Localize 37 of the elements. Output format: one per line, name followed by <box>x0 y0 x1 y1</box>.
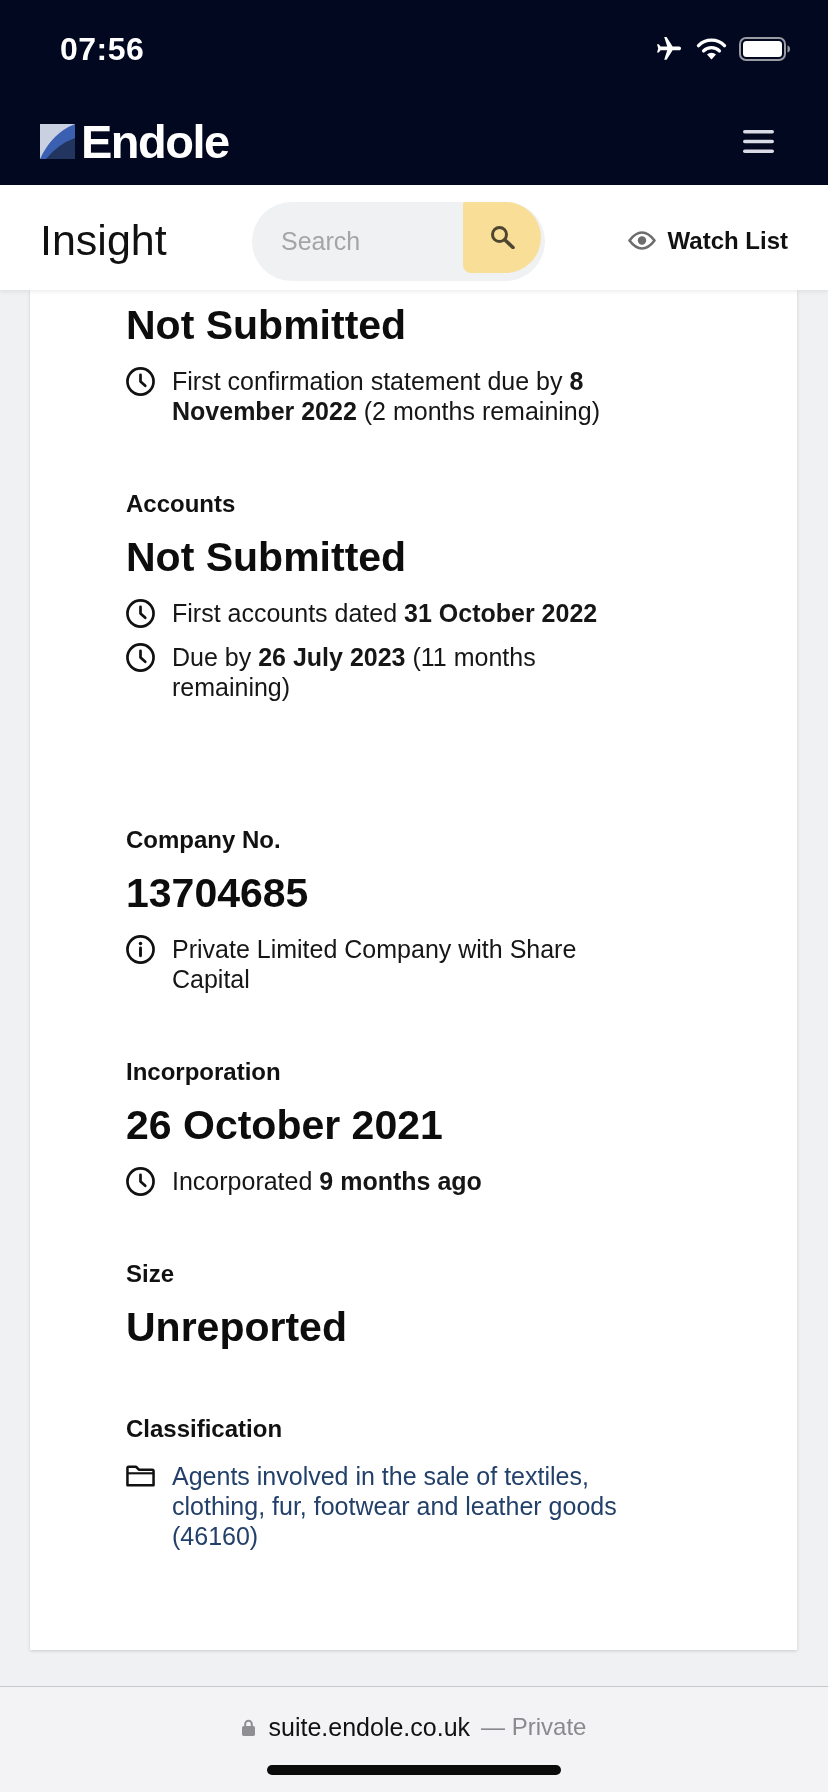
page-title: Insight <box>40 216 167 265</box>
watch-list-link[interactable]: Watch List <box>627 226 788 255</box>
clock-icon <box>126 1167 155 1196</box>
section-value: Not Submitted <box>126 301 407 349</box>
note-text: Private Limited Company with Share Capital <box>172 934 578 994</box>
clock-icon <box>126 367 155 396</box>
search-icon <box>489 225 515 249</box>
address-bar[interactable]: suite.endole.co.uk — Private <box>241 1712 587 1742</box>
section-label: Classification <box>126 1414 283 1444</box>
status-time: 07:56 <box>60 33 145 65</box>
note-text: First accounts dated 31 October 2022 <box>172 598 598 628</box>
category-link[interactable]: Agents involved in the sale of textiles, clothing, fur, footwear and leather goods (46160) <box>172 1461 637 1551</box>
menu-icon <box>743 130 774 153</box>
clock-icon <box>126 643 155 672</box>
battery-icon <box>739 37 791 61</box>
search-button[interactable] <box>463 201 541 273</box>
folder-icon <box>126 1465 155 1487</box>
section-label: Incorporation <box>126 1057 281 1087</box>
note-text: Due by 26 July 2023 (11 months remaining) <box>172 642 537 702</box>
logo-text: Endole <box>81 118 229 165</box>
wifi-icon <box>696 38 727 60</box>
info-icon <box>126 935 155 964</box>
menu-button[interactable] <box>743 130 774 153</box>
lock-icon <box>241 1718 255 1736</box>
clock-icon <box>126 599 155 628</box>
eye-icon <box>627 231 656 250</box>
airplane-icon <box>654 37 684 61</box>
section-value: Unreported <box>126 1303 347 1351</box>
section-value: 13704685 <box>126 869 309 917</box>
section-label: Size <box>126 1259 175 1289</box>
logo-icon <box>40 124 75 159</box>
note-text: First confirmation statement due by 8 November 2022 (2 months remaining) <box>172 366 601 426</box>
note-text: Incorporated 9 months ago <box>172 1166 482 1196</box>
section-label: Company No. <box>126 825 281 855</box>
section-value: 26 October 2021 <box>126 1101 443 1149</box>
section-label: Accounts <box>126 489 236 519</box>
section-value: Not Submitted <box>126 533 407 581</box>
